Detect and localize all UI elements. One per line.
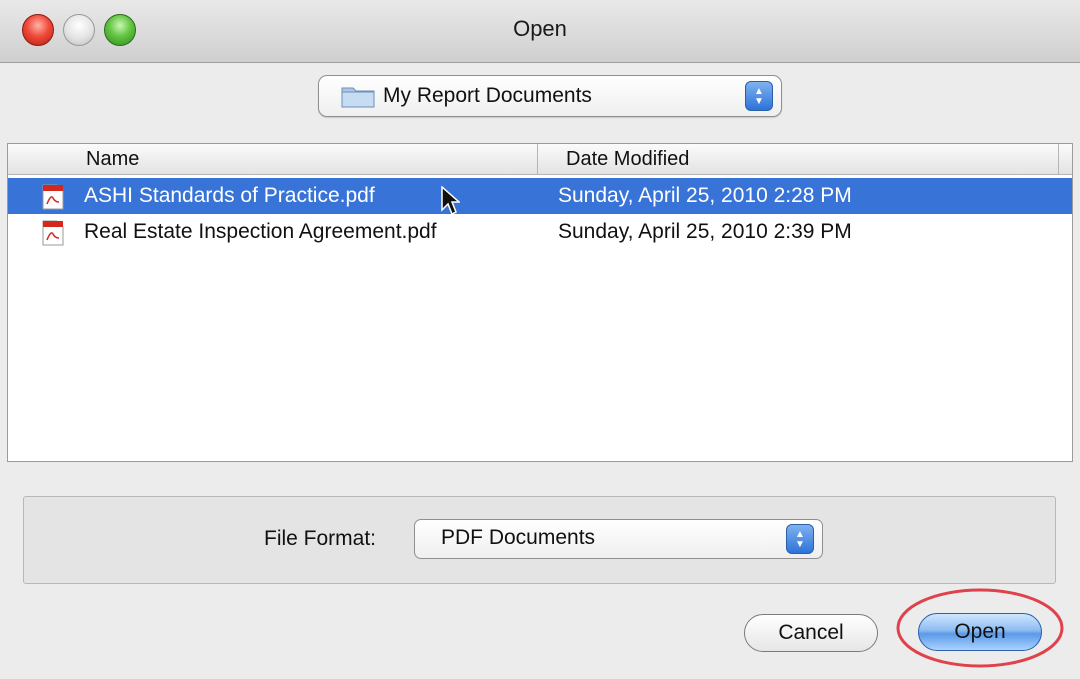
- mouse-cursor-icon: [441, 186, 460, 216]
- file-format-value: PDF Documents: [441, 526, 596, 549]
- column-header-name[interactable]: Name: [86, 148, 139, 171]
- file-name: Real Estate Inspection Agreement.pdf: [84, 220, 437, 243]
- list-header: Name Date Modified: [8, 144, 1072, 175]
- pdf-icon: [42, 220, 64, 246]
- file-format-label: File Format:: [264, 527, 377, 550]
- file-date: Sunday, April 25, 2010 2:28 PM: [558, 184, 852, 207]
- file-format-popup[interactable]: PDF Documents ▲ ▼: [414, 519, 823, 559]
- location-label: My Report Documents: [383, 84, 592, 107]
- file-row-selected[interactable]: ASHI Standards of Practice.pdf Sunday, A…: [8, 178, 1072, 214]
- title-bar: Open: [0, 0, 1080, 63]
- file-format-panel: File Format: PDF Documents ▲ ▼: [23, 496, 1056, 584]
- file-name: ASHI Standards of Practice.pdf: [84, 184, 375, 207]
- file-list[interactable]: Name Date Modified ASHI Standards of Pra…: [7, 143, 1073, 462]
- file-date: Sunday, April 25, 2010 2:39 PM: [558, 220, 852, 243]
- location-popup[interactable]: My Report Documents ▲ ▼: [318, 75, 782, 117]
- pdf-icon: [42, 184, 64, 210]
- file-row[interactable]: Real Estate Inspection Agreement.pdf Sun…: [8, 214, 1072, 250]
- location-popup-arrows-icon: ▲ ▼: [745, 81, 773, 111]
- window-title: Open: [513, 16, 567, 41]
- column-header-date-modified[interactable]: Date Modified: [537, 144, 1059, 174]
- cancel-button[interactable]: Cancel: [744, 614, 878, 652]
- folder-icon: [341, 87, 375, 108]
- highlight-ellipse-annotation: [896, 588, 1064, 668]
- format-popup-arrows-icon: ▲ ▼: [786, 524, 814, 554]
